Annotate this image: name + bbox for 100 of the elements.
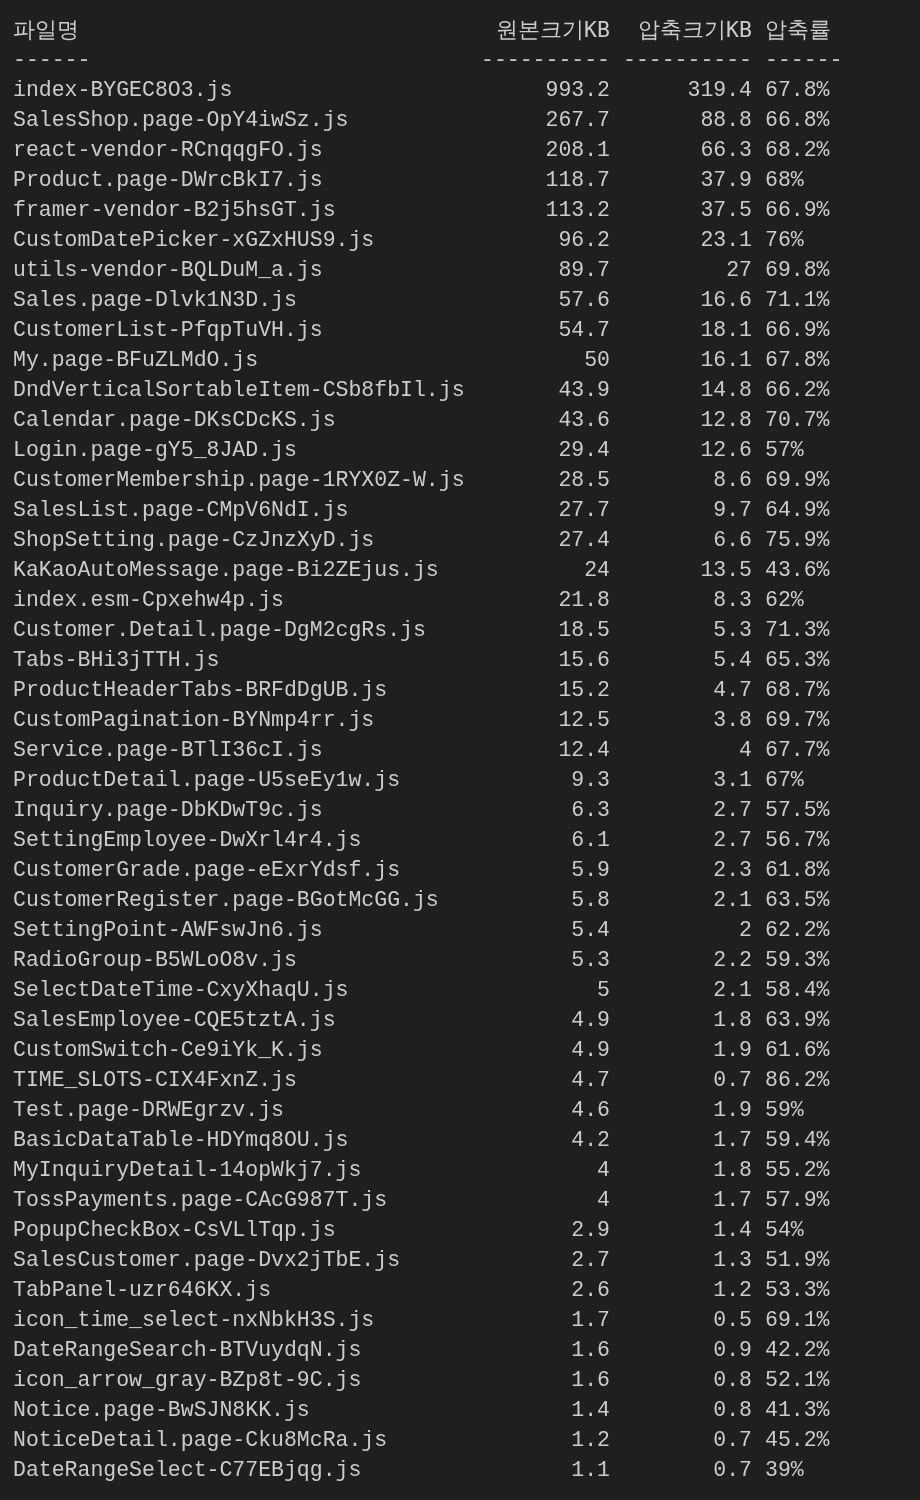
table-cell-text: TabPanel-uzr646KX.js	[13, 1277, 273, 1304]
table-cell-text: 118.7	[544, 167, 610, 194]
table-cell-text: Sales.page-Dlvk1N3D.js	[13, 287, 298, 314]
table-cell-text: 3.1	[712, 767, 752, 794]
table-cell-text: 2.7	[712, 827, 752, 854]
header-underline: ----------	[623, 47, 752, 74]
table-cell-text: 59.4%	[765, 1127, 831, 1154]
table-cell-text: 9.7	[712, 497, 752, 524]
table-cell-text: SalesShop.page-OpY4iwSz.js	[13, 107, 350, 134]
table-cell-text: 45.2%	[765, 1427, 831, 1454]
column-header: 원본크기KB	[495, 16, 610, 44]
table-cell-text: 1.8	[712, 1157, 752, 1184]
table-cell-text: Product.page-DWrcBkI7.js	[13, 167, 324, 194]
table-cell-text: 29.4	[557, 437, 610, 464]
table-cell-text: index-BYGEC8O3.js	[13, 77, 234, 104]
table-cell-text: 4.7	[570, 1067, 610, 1094]
table-cell-text: utils-vendor-BQLDuM_a.js	[13, 257, 324, 284]
column-header: 압축크기KB	[637, 16, 752, 44]
table-cell-text: Inquiry.page-DbKDwT9c.js	[13, 797, 324, 824]
table-cell-text: SalesList.page-CMpV6NdI.js	[13, 497, 350, 524]
table-cell-text: 16.1	[699, 347, 752, 374]
table-cell-text: 12.6	[699, 437, 752, 464]
table-cell-text: KaKaoAutoMessage.page-Bi2ZEjus.js	[13, 557, 440, 584]
table-cell-text: 71.1%	[765, 287, 831, 314]
table-cell-text: 6.3	[570, 797, 610, 824]
table-cell-text: 1.3	[712, 1247, 752, 1274]
table-cell-text: 67.7%	[765, 737, 831, 764]
table-cell-text: 75.9%	[765, 527, 831, 554]
table-cell-text: 71.3%	[765, 617, 831, 644]
table-cell-text: 1.7	[570, 1307, 610, 1334]
table-cell-text: 61.8%	[765, 857, 831, 884]
table-cell-text: 67.8%	[765, 347, 831, 374]
table-cell-text: BasicDataTable-HDYmq8OU.js	[13, 1127, 350, 1154]
table-cell-text: 65.3%	[765, 647, 831, 674]
table-cell-text: 37.5	[699, 197, 752, 224]
table-cell-text: 67.8%	[765, 77, 831, 104]
table-cell-text: 15.2	[557, 677, 610, 704]
table-cell-text: 58.4%	[765, 977, 831, 1004]
table-cell-text: 16.6	[699, 287, 752, 314]
header-underline: ------	[765, 47, 844, 74]
table-cell-text: 0.7	[712, 1427, 752, 1454]
table-cell-text: 0.9	[712, 1337, 752, 1364]
table-cell-text: SettingPoint-AWFswJn6.js	[13, 917, 324, 944]
table-cell-text: 57.6	[557, 287, 610, 314]
table-cell-text: 9.3	[570, 767, 610, 794]
table-cell-text: 66.2%	[765, 377, 831, 404]
table-cell-text: 59.3%	[765, 947, 831, 974]
table-cell-text: SalesCustomer.page-Dvx2jTbE.js	[13, 1247, 402, 1274]
table-cell-text: 28.5	[557, 467, 610, 494]
table-cell-text: CustomerGrade.page-eExrYdsf.js	[13, 857, 402, 884]
table-cell-text: Service.page-BTlI36cI.js	[13, 737, 324, 764]
table-cell-text: icon_time_select-nxNbkH3S.js	[13, 1307, 376, 1334]
table-cell-text: 4.9	[570, 1037, 610, 1064]
table-cell-text: Login.page-gY5_8JAD.js	[13, 437, 298, 464]
table-cell-text: ProductDetail.page-U5seEy1w.js	[13, 767, 402, 794]
table-cell-text: 66.9%	[765, 197, 831, 224]
table-cell-text: 59%	[765, 1097, 805, 1124]
table-cell-text: Notice.page-BwSJN8KK.js	[13, 1397, 311, 1424]
table-cell-text: 70.7%	[765, 407, 831, 434]
table-cell-text: 0.7	[712, 1067, 752, 1094]
table-cell-text: react-vendor-RCnqqgFO.js	[13, 137, 324, 164]
table-cell-text: 1.4	[570, 1397, 610, 1424]
table-cell-text: 8.6	[712, 467, 752, 494]
table-cell-text: 62.2%	[765, 917, 831, 944]
table-cell-text: index.esm-Cpxehw4p.js	[13, 587, 285, 614]
table-cell-text: 69.1%	[765, 1307, 831, 1334]
table-cell-text: 2.9	[570, 1217, 610, 1244]
header-underline: ------	[13, 47, 92, 74]
table-cell-text: 5.4	[712, 647, 752, 674]
table-cell-text: 4.6	[570, 1097, 610, 1124]
table-cell-text: RadioGroup-B5WLoO8v.js	[13, 947, 298, 974]
table-cell-text: CustomerMembership.page-1RYX0Z-W.js	[13, 467, 466, 494]
table-cell-text: 54.7	[557, 317, 610, 344]
table-cell-text: 8.3	[712, 587, 752, 614]
table-cell-text: 1.9	[712, 1037, 752, 1064]
column-header: 파일명	[13, 16, 80, 44]
table-cell-text: 6.1	[570, 827, 610, 854]
table-cell-text: SalesEmployee-CQE5tztA.js	[13, 1007, 337, 1034]
table-cell-text: DateRangeSearch-BTVuydqN.js	[13, 1337, 363, 1364]
table-cell-text: 63.9%	[765, 1007, 831, 1034]
table-cell-text: 12.4	[557, 737, 610, 764]
table-cell-text: 66.9%	[765, 317, 831, 344]
table-cell-text: 96.2	[557, 227, 610, 254]
table-cell-text: 63.5%	[765, 887, 831, 914]
table-cell-text: 54%	[765, 1217, 805, 1244]
table-cell-text: 2.6	[570, 1277, 610, 1304]
table-cell-text: framer-vendor-B2j5hsGT.js	[13, 197, 337, 224]
table-cell-text: 68%	[765, 167, 805, 194]
table-cell-text: 4.9	[570, 1007, 610, 1034]
table-cell-text: CustomPagination-BYNmp4rr.js	[13, 707, 376, 734]
table-cell-text: ShopSetting.page-CzJnzXyD.js	[13, 527, 376, 554]
table-cell-text: 69.9%	[765, 467, 831, 494]
table-cell-text: Tabs-BHi3jTTH.js	[13, 647, 221, 674]
table-cell-text: 4	[596, 1157, 610, 1184]
table-cell-text: PopupCheckBox-CsVLlTqp.js	[13, 1217, 337, 1244]
table-cell-text: 88.8	[699, 107, 752, 134]
table-cell-text: TIME_SLOTS-CIX4FxnZ.js	[13, 1067, 298, 1094]
table-cell-text: 57.9%	[765, 1187, 831, 1214]
table-cell-text: 5.4	[570, 917, 610, 944]
table-cell-text: 2.2	[712, 947, 752, 974]
